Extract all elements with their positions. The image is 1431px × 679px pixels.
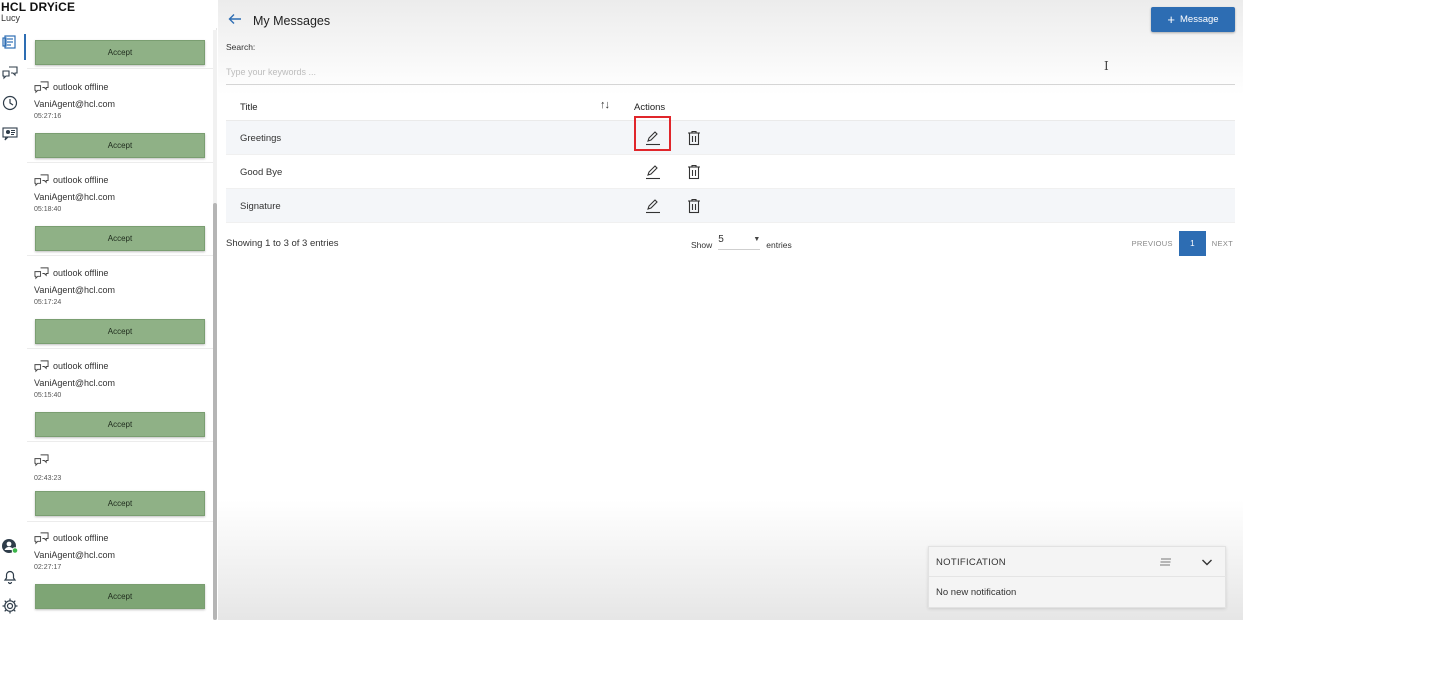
chat-email: VaniAgent@hcl.com [34, 378, 116, 388]
delete-trash-icon[interactable] [687, 198, 701, 214]
search-input[interactable] [226, 59, 1235, 85]
page-number-button[interactable]: 1 [1178, 231, 1206, 256]
chat-time: 02:27:17 [34, 564, 62, 571]
table-row: Greetings [226, 116, 1235, 155]
rail-active-indicator [24, 34, 26, 60]
notification-header: NOTIFICATION [929, 547, 1227, 577]
bell-icon[interactable] [1, 567, 19, 585]
chat-request-card: Accept [27, 28, 213, 69]
chat-time: 05:18:40 [34, 206, 62, 213]
table-footer: Showing 1 to 3 of 3 entries Show 5 ▼ ent… [226, 230, 1235, 256]
messages-table: Title ↑↓ Actions Greetings Good Bye Sign… [226, 95, 1235, 223]
edit-pencil-icon[interactable] [643, 130, 663, 146]
chat-list-scrollbar[interactable] [213, 30, 217, 620]
accept-button[interactable]: Accept [35, 226, 205, 251]
table-row: Good Bye [226, 155, 1235, 189]
next-page-button[interactable]: NEXT [1212, 239, 1233, 248]
chat-title: outlook offline [53, 361, 109, 371]
chat-email: VaniAgent@hcl.com [34, 550, 116, 560]
chat-title: outlook offline [53, 175, 109, 185]
delete-trash-icon[interactable] [687, 130, 701, 146]
chat-list-scroll-thumb[interactable] [213, 203, 217, 620]
show-label: Show [691, 240, 713, 250]
chat-icon [34, 359, 49, 372]
notification-panel: NOTIFICATION No new notification [928, 546, 1227, 608]
dropdown-caret-icon: ▼ [753, 236, 761, 243]
pagination: PREVIOUS 1 NEXT [1132, 231, 1233, 256]
accept-button[interactable]: Accept [35, 412, 205, 437]
new-message-label: Message [1180, 14, 1219, 25]
video-chat-icon[interactable] [2, 125, 18, 141]
page-size-select[interactable]: 5 ▼ [718, 234, 761, 250]
app-window: HCL DRYiCE Lucy Accept outlook offline V… [0, 0, 1243, 620]
back-arrow-icon[interactable] [227, 11, 243, 27]
chat-icon [34, 173, 49, 186]
page-size-value: 5 [718, 234, 724, 245]
text-cursor-icon: I [1104, 59, 1109, 73]
chat-title: outlook offline [53, 268, 109, 278]
new-message-button[interactable]: + Message [1151, 7, 1235, 32]
edit-pencil-icon[interactable] [643, 198, 663, 214]
chat-email: VaniAgent@hcl.com [34, 192, 116, 202]
chat-time: 05:17:24 [34, 299, 62, 306]
messages-icon[interactable] [2, 34, 18, 50]
chat-email: VaniAgent@hcl.com [34, 285, 116, 295]
main-content: My Messages + Message Search: I Title ↑↓… [218, 0, 1243, 620]
notification-message: No new notification [936, 587, 1017, 598]
chat-request-card: outlook offline VaniAgent@hcl.com 05:27:… [27, 70, 213, 163]
chat-icon [34, 266, 49, 279]
page-size-control: Show 5 ▼ entries [691, 234, 792, 250]
chat-request-card: outlook offline VaniAgent@hcl.com 05:17:… [27, 256, 213, 349]
plus-icon: + [1167, 12, 1176, 27]
chat-time: 02:43:23 [34, 475, 62, 482]
chat-title: outlook offline [53, 533, 109, 543]
nav-rail [0, 28, 26, 620]
accept-button[interactable]: Accept [35, 491, 205, 516]
accept-button[interactable]: Accept [35, 40, 205, 65]
chat-request-card: outlook offline VaniAgent@hcl.com 05:18:… [27, 163, 213, 256]
chat-time: 05:27:16 [34, 113, 62, 120]
chat-email: VaniAgent@hcl.com [34, 99, 116, 109]
chat-time: 05:15:40 [34, 392, 62, 399]
chevron-down-icon[interactable] [1200, 555, 1214, 569]
table-header: Title ↑↓ Actions [226, 95, 1235, 121]
entries-info: Showing 1 to 3 of 3 entries [226, 238, 339, 249]
accept-button[interactable]: Accept [35, 584, 205, 609]
previous-page-button[interactable]: PREVIOUS [1132, 239, 1173, 248]
chat-icon[interactable] [2, 65, 18, 81]
chat-request-card: 02:43:23 Accept [27, 442, 213, 522]
page-title: My Messages [253, 14, 331, 28]
message-title: Good Bye [240, 167, 283, 178]
edit-pencil-icon[interactable] [643, 164, 663, 180]
search-label: Search: [226, 42, 256, 52]
accept-button[interactable]: Accept [35, 319, 205, 344]
chat-icon [34, 531, 49, 544]
clear-all-icon[interactable] [1159, 555, 1173, 569]
message-title: Greetings [240, 133, 282, 144]
brand-logo: HCL DRYiCE [1, 0, 76, 14]
chat-icon [34, 453, 49, 466]
column-header-actions: Actions [634, 102, 666, 113]
brand: HCL DRYiCE Lucy [1, 1, 75, 23]
sort-icon[interactable]: ↑↓ [600, 99, 610, 111]
delete-trash-icon[interactable] [687, 164, 701, 180]
notification-title: NOTIFICATION [936, 557, 1006, 568]
history-clock-icon[interactable] [2, 95, 18, 111]
entries-label: entries [766, 240, 792, 250]
agent-name: Lucy [1, 13, 21, 23]
table-row: Signature [226, 189, 1235, 223]
accept-button[interactable]: Accept [35, 133, 205, 158]
chat-request-card: outlook offline VaniAgent@hcl.com 05:15:… [27, 349, 213, 442]
agent-status-avatar-icon[interactable] [1, 537, 19, 555]
chat-icon [34, 80, 49, 93]
chat-request-card: outlook offline VaniAgent@hcl.com 02:27:… [27, 522, 213, 620]
gear-icon[interactable] [1, 597, 19, 615]
message-title: Signature [240, 201, 281, 212]
chat-request-list: Accept outlook offline VaniAgent@hcl.com… [27, 28, 217, 620]
column-header-title[interactable]: Title [240, 102, 258, 113]
chat-title: outlook offline [53, 82, 109, 92]
